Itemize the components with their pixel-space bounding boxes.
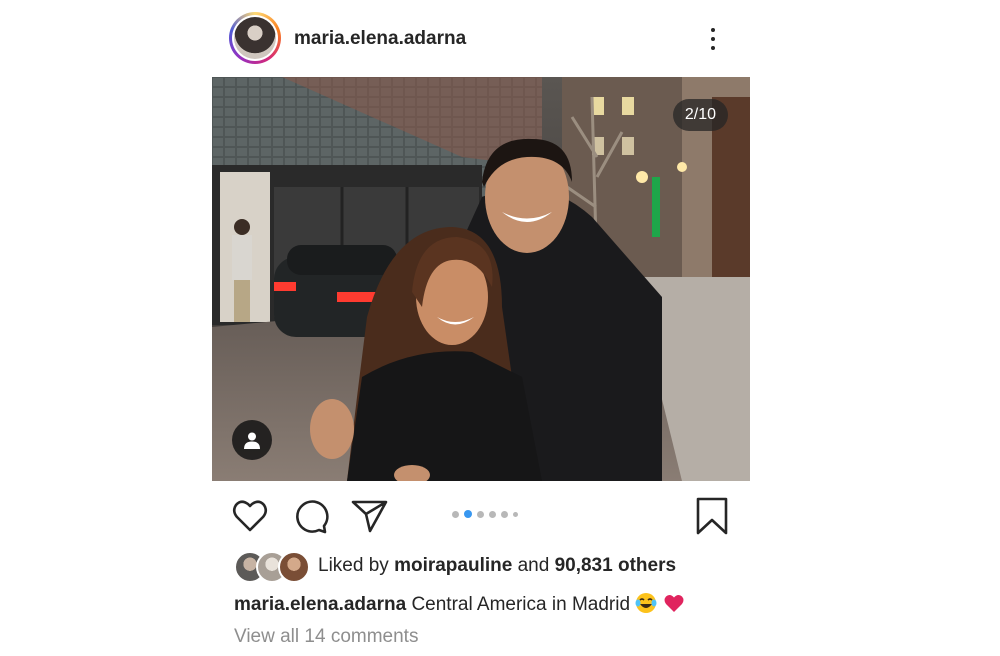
caption-username[interactable]: maria.elena.adarna	[234, 594, 406, 615]
carousel-indicator	[452, 510, 518, 518]
post-header: maria.elena.adarna	[212, 10, 750, 68]
paper-plane-icon[interactable]	[350, 496, 390, 536]
carousel-dot	[477, 510, 484, 518]
face-with-tears-of-joy-icon	[635, 593, 657, 613]
caption-text: Central America in Madrid	[411, 594, 631, 615]
view-all-comments-link[interactable]: View all 14 comments	[234, 626, 418, 648]
likes-text: Liked by moirapauline and 90,831 others	[318, 555, 677, 576]
avatar-image	[234, 17, 276, 59]
red-heart-icon	[664, 594, 684, 612]
carousel-dot-active	[464, 510, 472, 518]
carousel-counter: 2/10	[672, 99, 728, 131]
post-caption: maria.elena.adarna Central America in Ma…	[234, 592, 685, 616]
bookmark-icon[interactable]	[692, 496, 732, 536]
carousel-dot	[452, 510, 459, 518]
likes-row[interactable]: Liked by moirapauline and 90,831 others	[234, 548, 676, 584]
liker-avatar	[278, 551, 310, 583]
photo-illustration	[212, 77, 750, 481]
profile-avatar[interactable]	[229, 12, 281, 64]
more-options-icon[interactable]	[698, 24, 728, 54]
post-photo[interactable]: 2/10	[212, 77, 750, 481]
likes-count[interactable]: 90,831 others	[555, 555, 676, 576]
carousel-dot	[513, 511, 518, 517]
post-actions	[212, 492, 750, 538]
user-tag-icon[interactable]	[232, 420, 272, 460]
comment-icon[interactable]	[290, 496, 330, 536]
liked-by-username[interactable]: moirapauline	[394, 555, 512, 576]
header-username[interactable]: maria.elena.adarna	[294, 28, 466, 50]
carousel-dot	[501, 510, 508, 518]
instagram-post: maria.elena.adarna 2/10 Liked by moirapa…	[212, 0, 750, 656]
liker-avatars	[234, 551, 310, 583]
heart-icon[interactable]	[230, 496, 270, 536]
carousel-dot	[489, 510, 496, 518]
